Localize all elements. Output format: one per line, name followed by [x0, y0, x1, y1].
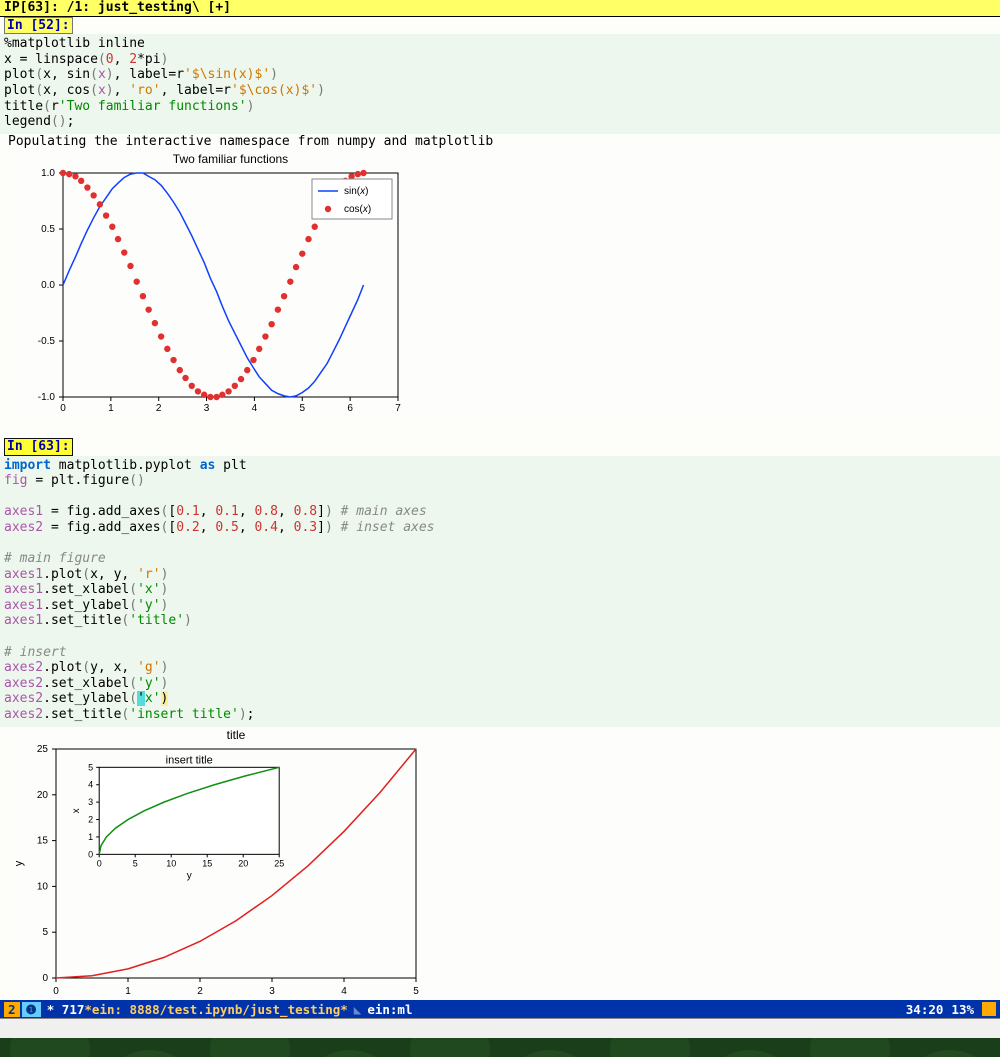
svg-text:25: 25	[274, 858, 284, 868]
svg-text:5: 5	[413, 986, 419, 997]
svg-text:4: 4	[341, 986, 347, 997]
modeline-left: * 717	[47, 1002, 85, 1017]
svg-text:4: 4	[88, 779, 93, 789]
cell-text-output: Populating the interactive namespace fro…	[4, 134, 996, 150]
svg-text:0: 0	[53, 986, 59, 997]
svg-text:5: 5	[42, 927, 48, 938]
scroll-percent: 13%	[951, 1002, 974, 1017]
svg-text:2: 2	[88, 814, 93, 824]
notebook-cell-2[interactable]: In [63]: import matplotlib.pyplot as plt…	[0, 438, 1000, 1016]
svg-text:3: 3	[88, 797, 93, 807]
editor-window[interactable]: IP[63]: /1: just_testing\ [+] In [52]: %…	[0, 0, 1000, 1016]
svg-text:5: 5	[133, 858, 138, 868]
svg-text:1.0: 1.0	[41, 168, 55, 179]
svg-text:0.0: 0.0	[41, 280, 55, 291]
svg-text:1: 1	[88, 832, 93, 842]
svg-text:2: 2	[156, 403, 162, 414]
svg-text:0: 0	[42, 973, 48, 984]
cell-code[interactable]: %matplotlib inline x = linspace(0, 2*pi)…	[0, 34, 1000, 134]
svg-text:15: 15	[37, 835, 49, 846]
buffer-badge: ❶	[22, 1002, 41, 1017]
modeline-block-icon	[982, 1002, 996, 1016]
cell-code[interactable]: import matplotlib.pyplot as plt fig = pl…	[0, 456, 1000, 727]
svg-text:1: 1	[125, 986, 131, 997]
svg-text:insert title: insert title	[166, 754, 213, 766]
svg-text:Two familiar functions: Two familiar functions	[173, 152, 288, 166]
svg-text:20: 20	[37, 789, 49, 800]
svg-text:6: 6	[347, 403, 353, 414]
svg-text:y: y	[187, 870, 192, 881]
svg-text:0.5: 0.5	[41, 224, 55, 235]
svg-text:3: 3	[269, 986, 275, 997]
notebook-cell-1[interactable]: In [52]: %matplotlib inline x = linspace…	[0, 17, 1000, 424]
svg-text:3: 3	[204, 403, 210, 414]
major-mode: ein:ml	[367, 1002, 412, 1017]
buffer-name: *ein: 8888/test.ipynb/just_testing*	[84, 1002, 347, 1017]
status-modeline: 2 ❶ * 717 *ein: 8888/test.ipynb/just_tes…	[0, 1000, 1000, 1018]
svg-text:0: 0	[88, 849, 93, 859]
svg-text:sin(x): sin(x)	[344, 186, 368, 197]
svg-text:0: 0	[60, 403, 66, 414]
svg-text:cos(x): cos(x)	[344, 204, 371, 215]
cursor-position: 34:20	[906, 1002, 944, 1017]
svg-text:20: 20	[238, 858, 248, 868]
svg-text:-1.0: -1.0	[38, 392, 56, 403]
svg-text:1: 1	[108, 403, 114, 414]
svg-text:x: x	[71, 808, 82, 813]
svg-text:25: 25	[37, 744, 49, 755]
cell-prompt: In [63]:	[4, 438, 73, 456]
window-titlebar: IP[63]: /1: just_testing\ [+]	[0, 0, 1000, 17]
svg-text:0: 0	[97, 858, 102, 868]
svg-text:title: title	[227, 728, 246, 742]
svg-text:2: 2	[197, 986, 203, 997]
svg-text:-0.5: -0.5	[38, 336, 56, 347]
workspace-badge: 2	[4, 1002, 20, 1017]
svg-text:5: 5	[300, 403, 306, 414]
svg-text:7: 7	[395, 403, 401, 414]
separator-icon: ◣	[354, 1002, 362, 1017]
svg-text:10: 10	[37, 881, 49, 892]
svg-text:15: 15	[202, 858, 212, 868]
svg-text:y: y	[13, 860, 25, 866]
cell-prompt: In [52]:	[4, 17, 73, 35]
svg-text:5: 5	[88, 762, 93, 772]
minibuffer[interactable]	[0, 1018, 1000, 1038]
chart-two-familiar-functions: 0 1 2 3 4 5 6 7 -1.0 -0.5 0.0 0.5 1.0 Two familiar fu…	[8, 149, 996, 424]
svg-text:4: 4	[252, 403, 258, 414]
svg-text:10: 10	[166, 858, 176, 868]
chart-title-with-inset: 0 1 2 3 4 5 0 5 10 15 20 25 title x y 0 5 10 15 20 25 0 1 2 3 4 5 i…	[8, 727, 996, 1017]
